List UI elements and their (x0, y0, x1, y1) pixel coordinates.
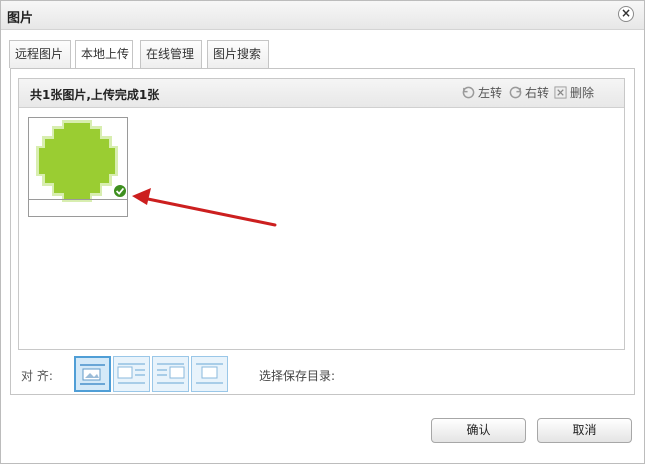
rotate-right-icon (509, 86, 522, 99)
align-none-button[interactable] (74, 356, 111, 392)
delete-icon (554, 86, 567, 99)
rotate-left-icon (462, 86, 475, 99)
upload-panel: 共1张图片,上传完成1张 左转 右转 删除 对 齐: 选择保存目录: (10, 68, 635, 395)
tab-online-manage[interactable]: 在线管理 (140, 40, 202, 68)
tab-image-search[interactable]: 图片搜索 (207, 40, 269, 68)
image-dialog: 图片 × 远程图片 本地上传 在线管理 图片搜索 共1张图片,上传完成1张 左转… (0, 0, 645, 464)
confirm-button[interactable]: 确认 (431, 418, 526, 443)
delete-label: 删除 (570, 86, 595, 100)
align-right-button[interactable] (152, 356, 189, 392)
align-left-button[interactable] (113, 356, 150, 392)
tab-remote-image[interactable]: 远程图片 (9, 40, 71, 68)
align-left-icon (117, 363, 145, 384)
close-icon[interactable]: × (618, 6, 634, 22)
dialog-title: 图片 (7, 11, 34, 26)
align-right-icon (157, 363, 185, 384)
delete-button[interactable]: 删除 (554, 84, 594, 102)
align-center-icon (196, 363, 223, 384)
rotate-right-label: 右转 (525, 86, 550, 100)
upload-list-area: 共1张图片,上传完成1张 左转 右转 删除 (18, 78, 625, 350)
tab-local-upload[interactable]: 本地上传 (75, 40, 133, 70)
rotate-right-button[interactable]: 右转 (509, 84, 549, 102)
align-none-icon (80, 364, 105, 385)
rotate-left-button[interactable]: 左转 (462, 84, 502, 102)
align-label: 对 齐: (21, 369, 53, 383)
save-directory-label: 选择保存目录: (259, 369, 336, 383)
rotate-left-label: 左转 (478, 86, 503, 100)
cancel-button[interactable]: 取消 (537, 418, 632, 443)
align-center-button[interactable] (191, 356, 228, 392)
red-arrow-annotation (132, 188, 277, 227)
dialog-titlebar[interactable]: 图片 × (1, 1, 644, 30)
